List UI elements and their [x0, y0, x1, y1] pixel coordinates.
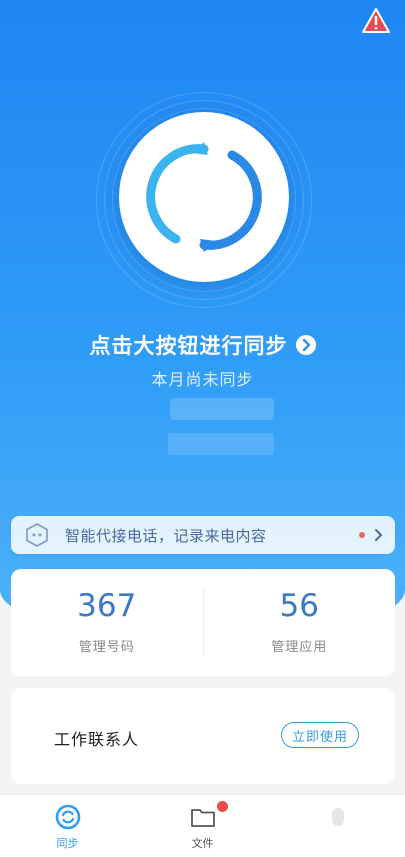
- stats-card: 367 管理号码 56 管理应用: [11, 569, 395, 676]
- chevron-right-icon: [295, 335, 316, 355]
- stat-label: 管理号码: [78, 639, 135, 655]
- folder-icon: [190, 809, 215, 827]
- stat-value: 367: [77, 587, 137, 624]
- tab-label: 同步: [56, 837, 79, 850]
- robot-icon: [26, 523, 48, 547]
- sync-circle-icon: [146, 142, 262, 252]
- work-contacts-card: 工作联系人 立即使用: [11, 688, 395, 784]
- warning-triangle-icon[interactable]: [361, 6, 391, 36]
- blurred-info: [170, 398, 274, 420]
- tab-profile[interactable]: [270, 795, 405, 857]
- stat-label: 管理应用: [271, 639, 328, 655]
- work-contacts-label: 工作联系人: [54, 730, 140, 749]
- sync-tab-icon: [55, 804, 80, 830]
- stat-managed-apps[interactable]: 56 管理应用: [204, 569, 396, 676]
- use-now-button[interactable]: 立即使用: [281, 722, 359, 748]
- stat-managed-numbers[interactable]: 367 管理号码: [11, 569, 203, 676]
- banner-text: 智能代接电话，记录来电内容: [65, 526, 267, 545]
- sync-status: 本月尚未同步: [151, 370, 254, 389]
- sync-title[interactable]: 点击大按钮进行同步: [0, 330, 405, 360]
- tab-badge: [217, 801, 228, 812]
- tab-files[interactable]: 文件: [135, 795, 270, 857]
- profile-icon: [331, 808, 344, 826]
- blurred-info: [168, 433, 274, 455]
- chevron-right-icon: [375, 529, 382, 541]
- banner-dot: [359, 532, 365, 538]
- stat-value: 56: [279, 587, 319, 624]
- ai-answer-banner[interactable]: 智能代接电话，记录来电内容: [11, 516, 395, 554]
- bottom-tab-bar: 同步 文件: [0, 794, 405, 857]
- tab-sync[interactable]: 同步: [0, 795, 135, 857]
- tab-label: 文件: [191, 837, 214, 850]
- sync-big-button[interactable]: [119, 112, 289, 282]
